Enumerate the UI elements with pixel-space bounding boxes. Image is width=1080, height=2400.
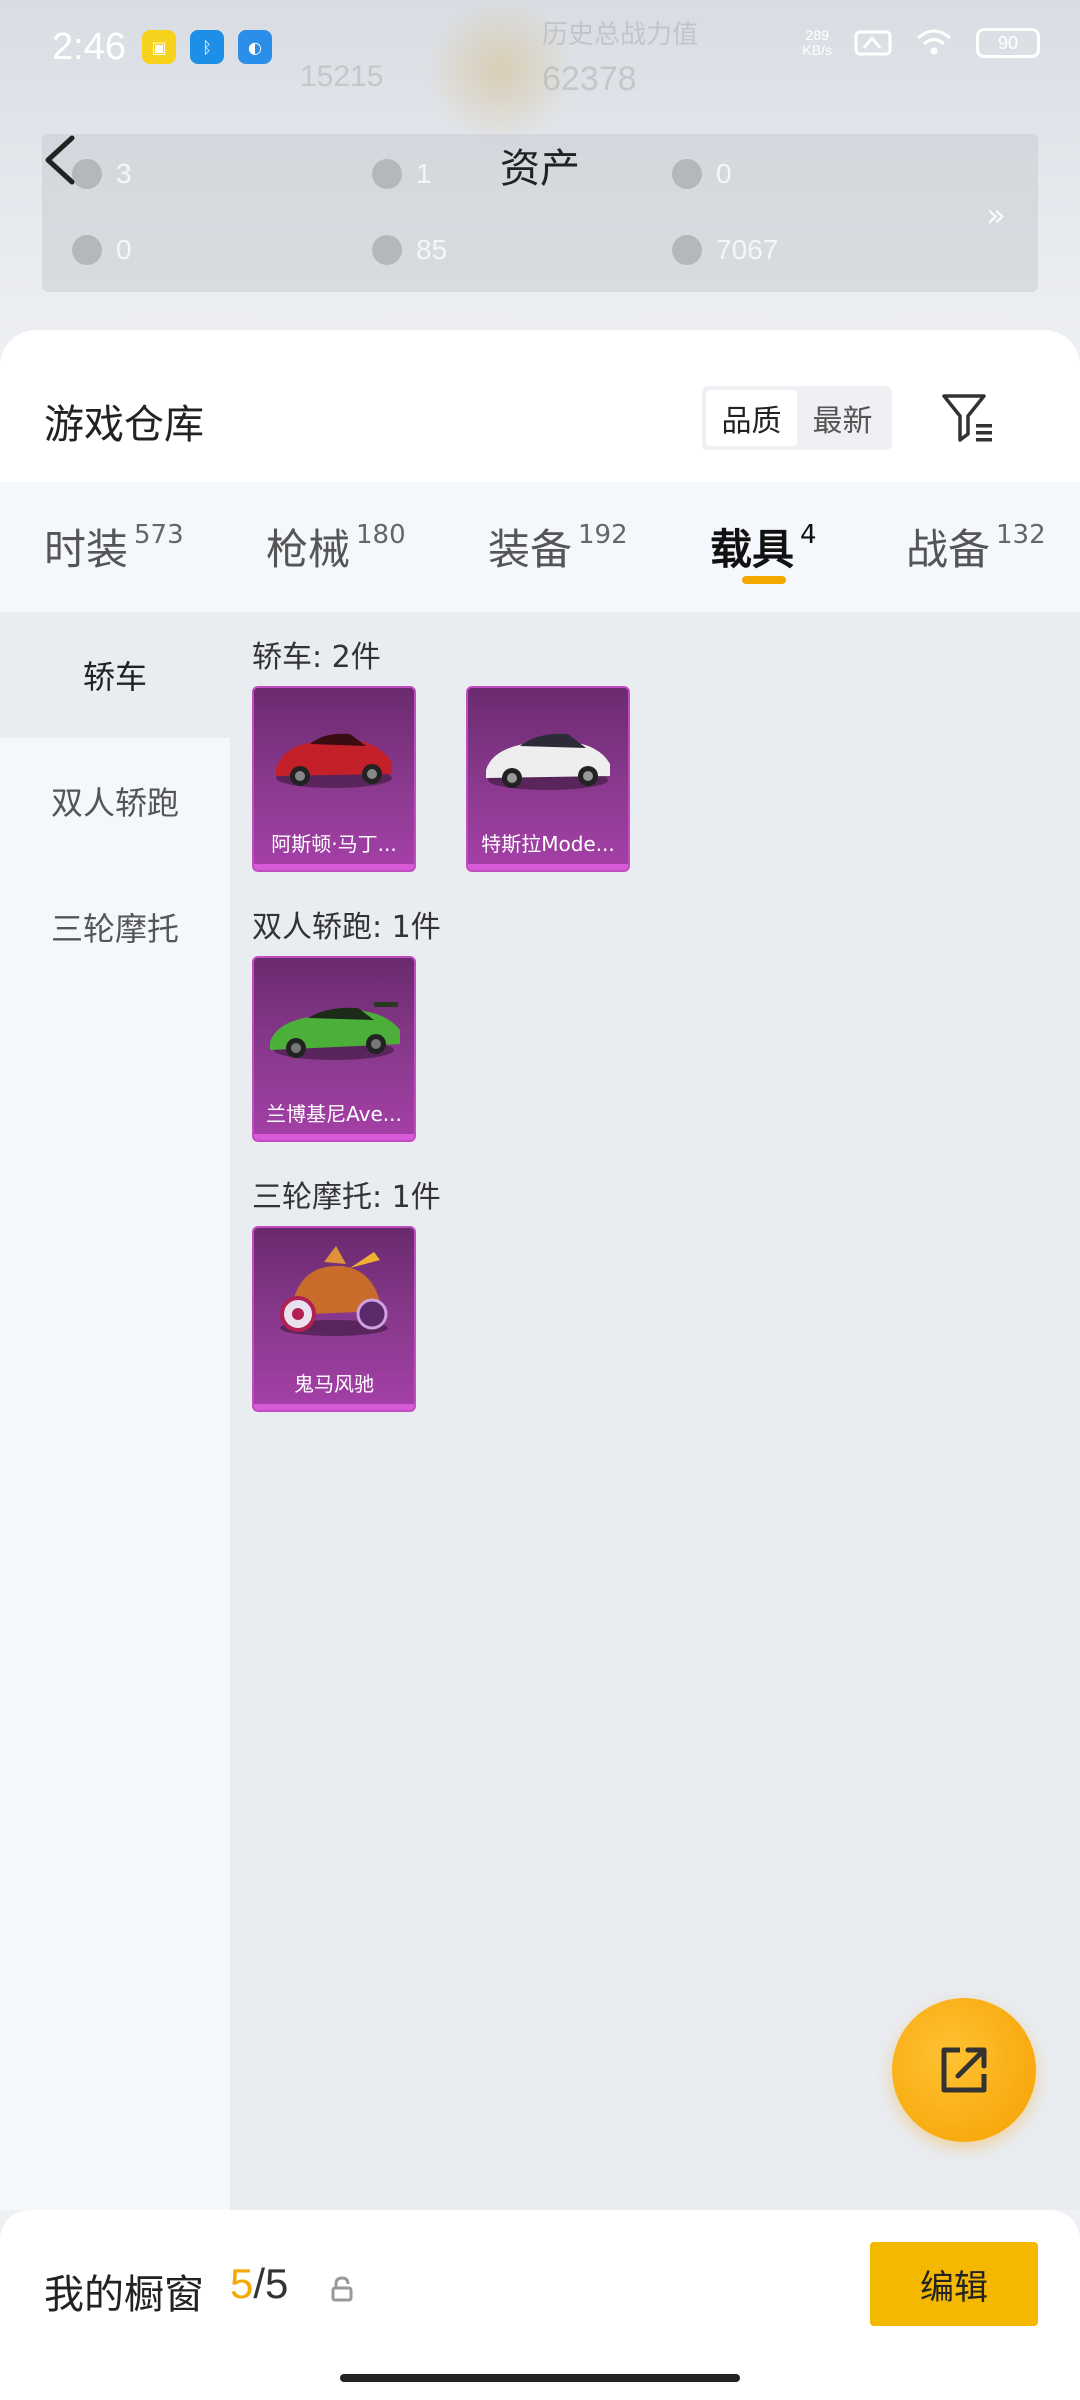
- app-notification-icon: ▣: [142, 30, 176, 64]
- sort-toggle: 品质 最新: [702, 386, 892, 450]
- nav-item-sedan[interactable]: 轿车: [0, 612, 230, 738]
- item-name: 兰博基尼Ave...: [266, 1101, 402, 1126]
- asset-item: 0: [72, 234, 132, 266]
- item-name: 阿斯顿·马丁...: [271, 831, 397, 856]
- group-title: 轿车: 2件: [252, 640, 381, 675]
- car-red-image: [276, 733, 392, 788]
- net-speed: 289 KB/s: [802, 27, 832, 58]
- asset-icon: [672, 235, 702, 265]
- status-bar: 2:46 ▣ ᛒ ◐ 289 KB/s 90: [0, 0, 1080, 96]
- tab-guns[interactable]: 枪械 180: [266, 516, 406, 577]
- back-arrow-icon[interactable]: [40, 132, 80, 188]
- vehicle-list: 轿车: 2件 阿斯顿·马丁... 特斯拉Mode... 双人轿跑: 1件 兰博基…: [230, 612, 1080, 2210]
- rarity-strip: [254, 1134, 414, 1140]
- browser-icon: ◐: [238, 30, 272, 64]
- battery-icon: 90: [976, 28, 1040, 58]
- item-card[interactable]: 鬼马风驰: [252, 1226, 416, 1412]
- item-name: 鬼马风驰: [294, 1371, 374, 1396]
- rarity-strip: [468, 864, 628, 870]
- edit-button[interactable]: 编辑: [870, 2242, 1038, 2326]
- trike-image: [280, 1246, 388, 1336]
- car-green-image: [270, 1002, 400, 1060]
- bluetooth-icon: ᛒ: [190, 30, 224, 64]
- rarity-strip: [254, 864, 414, 870]
- assets-more-icon[interactable]: »: [986, 196, 1006, 234]
- sort-quality-button[interactable]: 品质: [706, 390, 797, 446]
- page-title: 资产: [500, 146, 580, 192]
- item-name: 特斯拉Mode...: [481, 831, 615, 856]
- asset-icon: [72, 235, 102, 265]
- sort-newest-button[interactable]: 最新: [797, 390, 888, 446]
- rarity-strip: [254, 1404, 414, 1410]
- showcase-bar: 我的橱窗 5/5 编辑: [0, 2210, 1080, 2400]
- tab-equipment[interactable]: 装备 192: [488, 516, 628, 577]
- warehouse-sheet: 游戏仓库 品质 最新 时装 573 枪械 180 装备 192 载具 4 战备 132 轿…: [0, 330, 1080, 2210]
- home-indicator[interactable]: [340, 2374, 740, 2382]
- showcase-count: 5/5: [230, 2260, 289, 2307]
- group-title: 三轮摩托: 1件: [252, 1180, 441, 1215]
- share-button[interactable]: [892, 1998, 1036, 2142]
- status-time: 2:46: [52, 26, 126, 68]
- car-white-image: [486, 733, 610, 790]
- active-tab-indicator: [742, 576, 786, 584]
- nav-item-trike[interactable]: 三轮摩托: [0, 864, 230, 990]
- tab-vehicles[interactable]: 载具 4: [710, 516, 817, 577]
- share-icon: [941, 2047, 987, 2093]
- filter-icon[interactable]: [940, 390, 996, 446]
- wifi-icon: [917, 29, 951, 55]
- item-card[interactable]: 特斯拉Mode...: [466, 686, 630, 872]
- tab-supplies[interactable]: 战备 132: [906, 516, 1046, 577]
- showcase-title: 我的橱窗: [44, 2272, 204, 2318]
- sim-icon: [854, 30, 892, 56]
- nav-item-coupe[interactable]: 双人轿跑: [0, 738, 230, 864]
- vehicle-type-nav: 轿车 双人轿跑 三轮摩托: [0, 612, 230, 2210]
- tab-fashion[interactable]: 时装 573: [44, 516, 184, 577]
- asset-icon: [372, 235, 402, 265]
- lock-icon: [331, 2276, 353, 2302]
- asset-item: 85: [372, 234, 447, 266]
- warehouse-title: 游戏仓库: [44, 402, 204, 448]
- group-title: 双人轿跑: 1件: [252, 910, 441, 945]
- item-card[interactable]: 兰博基尼Ave...: [252, 956, 416, 1142]
- asset-item: 7067: [672, 234, 778, 266]
- category-tabs: 时装 573 枪械 180 装备 192 载具 4 战备 132: [0, 482, 1080, 612]
- item-card[interactable]: 阿斯顿·马丁...: [252, 686, 416, 872]
